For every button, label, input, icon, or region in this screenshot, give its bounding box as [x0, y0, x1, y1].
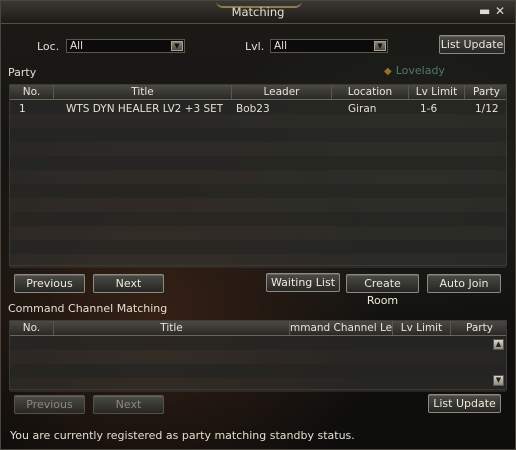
lvl-select-value: All: [274, 40, 288, 52]
party-row-location: Giran: [348, 103, 377, 115]
party-next-button[interactable]: Next: [93, 274, 164, 293]
party-col-no[interactable]: No.: [10, 85, 54, 99]
lvl-select[interactable]: All ▼: [270, 39, 388, 53]
table-row-stripe: [10, 212, 506, 226]
matching-window: Matching ▬ ✕ Loc. All ▼ Lvl. All ▼ List …: [0, 0, 516, 450]
loc-select-value: All: [70, 40, 84, 52]
background-player-name: ◆ Lovelady: [384, 64, 445, 77]
table-row-stripe: [10, 156, 506, 170]
party-table: No. Title Leader Location Lv Limit Party…: [9, 84, 507, 268]
party-col-title[interactable]: Title: [54, 85, 232, 99]
party-row-party: 1/12: [475, 103, 499, 115]
table-row-stripe: [10, 254, 506, 268]
cc-col-party[interactable]: Party: [451, 321, 508, 335]
list-update-button-top[interactable]: List Update: [439, 35, 505, 54]
table-row-stripe: [10, 226, 506, 240]
command-channel-table-body: [10, 336, 506, 392]
party-col-leader[interactable]: Leader: [232, 85, 332, 99]
close-icon[interactable]: ✕: [495, 4, 505, 18]
table-row[interactable]: 1 WTS DYN HEALER LV2 +3 SET Bob23 Giran …: [10, 102, 506, 116]
minimize-icon[interactable]: ▬: [479, 4, 490, 18]
table-row-stripe: [10, 240, 506, 254]
command-channel-table-header: No. Title mmand Channel Lea Lv Limit Par…: [10, 321, 506, 336]
scroll-up-icon[interactable]: ▲: [493, 339, 504, 350]
table-row-stripe: [10, 128, 506, 142]
lvl-label: Lvl.: [245, 40, 265, 53]
cc-col-leader[interactable]: mmand Channel Lea: [290, 321, 393, 335]
party-row-title: WTS DYN HEALER LV2 +3 SET: [66, 103, 224, 115]
table-row-stripe: [10, 170, 506, 184]
loc-label: Loc.: [37, 40, 60, 53]
waiting-list-button[interactable]: Waiting List: [266, 273, 340, 292]
auto-join-button[interactable]: Auto Join: [427, 274, 501, 293]
table-row-stripe: [10, 114, 506, 128]
clan-crest-icon: ◆: [384, 66, 392, 77]
cc-list-update-button[interactable]: List Update: [428, 394, 501, 413]
create-room-button[interactable]: Create Room: [346, 274, 419, 307]
cc-previous-button[interactable]: Previous: [14, 395, 85, 414]
party-col-location[interactable]: Location: [332, 85, 409, 99]
table-row-stripe: [10, 350, 506, 364]
party-table-header: No. Title Leader Location Lv Limit Party: [10, 85, 506, 100]
window-title: Matching: [231, 5, 285, 19]
party-previous-button[interactable]: Previous: [14, 274, 85, 293]
cc-col-lv-limit[interactable]: Lv Limit: [393, 321, 451, 335]
party-row-no: 1: [19, 103, 26, 115]
table-row-stripe: [10, 142, 506, 156]
table-row-stripe: [10, 364, 506, 378]
party-col-party[interactable]: Party: [465, 85, 508, 99]
command-channel-section-label: Command Channel Matching: [8, 302, 168, 315]
table-row-stripe: [10, 198, 506, 212]
party-row-leader: Bob23: [236, 103, 270, 115]
chevron-down-icon[interactable]: ▼: [171, 41, 183, 51]
cc-next-button[interactable]: Next: [93, 395, 164, 414]
party-row-lv-limit: 1-6: [420, 103, 438, 115]
chevron-down-icon[interactable]: ▼: [374, 41, 386, 51]
title-bar[interactable]: Matching ▬ ✕: [1, 1, 515, 24]
loc-select[interactable]: All ▼: [66, 39, 185, 53]
command-channel-table: No. Title mmand Channel Lea Lv Limit Par…: [9, 320, 507, 392]
scroll-down-icon[interactable]: ▼: [493, 375, 504, 386]
party-section-label: Party: [8, 66, 37, 79]
table-row-stripe: [10, 184, 506, 198]
table-row-stripe: [10, 378, 506, 392]
party-col-lv-limit[interactable]: Lv Limit: [409, 85, 465, 99]
cc-col-no[interactable]: No.: [10, 321, 54, 335]
status-message: You are currently registered as party ma…: [10, 429, 355, 442]
party-table-body: 1 WTS DYN HEALER LV2 +3 SET Bob23 Giran …: [10, 100, 506, 268]
table-row-stripe: [10, 336, 506, 350]
cc-col-title[interactable]: Title: [54, 321, 290, 335]
